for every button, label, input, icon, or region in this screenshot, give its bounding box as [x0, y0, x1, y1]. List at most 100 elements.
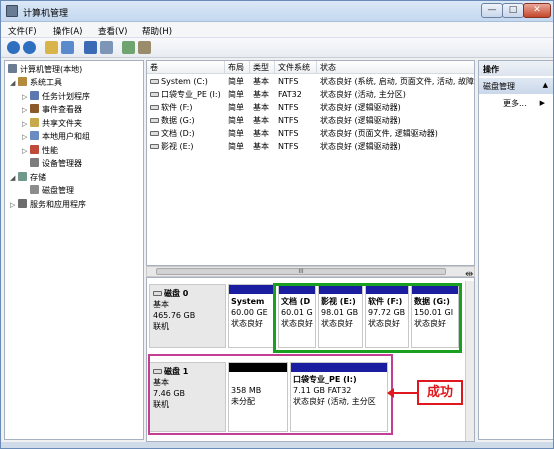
disk1-highlight	[148, 354, 393, 435]
volume-icon	[150, 105, 159, 110]
tree-item[interactable]: ▷ 本地用户和组	[22, 130, 90, 143]
success-callout: 成功	[417, 380, 463, 405]
minimize-button[interactable]: —	[481, 3, 503, 18]
menu-view[interactable]: 查看(V)	[98, 25, 127, 37]
volume-cell: 状态良好 (系统, 启动, 页面文件, 活动, 故障	[320, 75, 474, 88]
tree-item[interactable]: ◢ 存储	[10, 171, 46, 184]
column-volume[interactable]: 卷	[147, 61, 225, 74]
volume-cell-text: 软件 (F:)	[161, 103, 193, 112]
menu-file[interactable]: 文件(F)	[8, 25, 37, 37]
disk-icon	[153, 291, 162, 296]
scroll-thumb[interactable]: III	[156, 268, 446, 275]
disk0-name: 磁盘 0	[164, 289, 189, 298]
forward-icon[interactable]	[23, 41, 36, 54]
disk0-type: 基本	[153, 300, 169, 309]
volume-cell-text: 简单	[228, 142, 244, 151]
column-type[interactable]: 类型	[250, 61, 275, 74]
volume-cell: FAT32	[278, 88, 318, 101]
title-bar: 计算机管理 — □ ✕	[1, 1, 553, 22]
menu-action[interactable]: 操作(A)	[53, 25, 82, 37]
maximize-button[interactable]: □	[502, 3, 524, 18]
tree-item[interactable]: ▷ 性能	[22, 144, 58, 157]
computer-management-icon	[6, 5, 18, 17]
volume-row[interactable]: 软件 (F:) 简单 基本 NTFS 状态良好 (逻辑驱动器)	[147, 101, 474, 114]
export-list-icon[interactable]	[138, 41, 151, 54]
partition-size: 60.00 GE	[231, 308, 268, 317]
tree-item[interactable]: ▷ 任务计划程序	[22, 90, 90, 103]
volume-cell: 文档 (D:)	[150, 127, 228, 140]
horizontal-scrollbar[interactable]: III	[146, 266, 475, 277]
expand-arrow-icon[interactable]: ▷	[22, 145, 30, 158]
actions-section-disk-management[interactable]: 磁盘管理 ▲	[479, 78, 553, 94]
volume-cell: 状态良好 (逻辑驱动器)	[320, 101, 474, 114]
volume-cell-text: 状态良好 (逻辑驱动器)	[320, 142, 401, 151]
disk0-partition[interactable]: System 60.00 GE 状态良好	[228, 284, 276, 348]
tree-node-icon	[30, 90, 39, 100]
properties-icon[interactable]	[100, 41, 113, 54]
volume-cell: System (C:)	[150, 75, 228, 88]
tree-item[interactable]: ▷ 共享文件夹	[22, 117, 82, 130]
volume-cell-text: 文档 (D:)	[161, 129, 195, 138]
volume-cell-text: NTFS	[278, 77, 299, 86]
menu-bar: 文件(F) 操作(A) 查看(V) 帮助(H)	[1, 22, 553, 38]
expand-arrow-icon[interactable]: ▷	[22, 131, 30, 144]
tree-item[interactable]: ▷ 事件查看器	[22, 103, 82, 116]
volume-cell-text: 简单	[228, 129, 244, 138]
expand-arrow-icon[interactable]: ▷	[10, 199, 18, 212]
menu-help[interactable]: 帮助(H)	[142, 25, 172, 37]
collapse-up-icon[interactable]: ▲	[543, 81, 548, 89]
back-icon[interactable]	[7, 41, 20, 54]
volume-icon	[150, 118, 159, 123]
tree-item-label: 共享文件夹	[42, 118, 82, 128]
disk0-size: 465.76 GB	[153, 311, 196, 320]
volume-row[interactable]: 口袋专业_PE (I:) 简单 基本 FAT32 状态良好 (活动, 主分区)	[147, 88, 474, 101]
disk0-header[interactable]: 磁盘 0 基本 465.76 GB 联机	[149, 284, 226, 348]
volume-cell-text: 基本	[253, 90, 269, 99]
volume-list: 卷 布局 类型 文件系统 状态 System (C:) 简单 基本 NTFS 状态良好 …	[146, 60, 475, 266]
volume-cell-text: 状态良好 (逻辑驱动器)	[320, 103, 401, 112]
tree-item[interactable]: ▷ 服务和应用程序	[10, 198, 86, 211]
tree-item[interactable]: ◢ 系统工具	[10, 76, 62, 89]
help-icon[interactable]	[84, 41, 97, 54]
tree-item-label: 磁盘管理	[42, 186, 74, 195]
show-hide-tree-icon[interactable]	[61, 41, 74, 54]
window-title: 计算机管理	[23, 9, 69, 19]
expand-arrow-icon[interactable]: ▷	[22, 104, 30, 117]
column-status[interactable]: 状态	[317, 61, 474, 74]
vertical-scrollbar[interactable]	[465, 281, 474, 441]
volume-row[interactable]: 影视 (E:) 简单 基本 NTFS 状态良好 (逻辑驱动器)	[147, 140, 474, 153]
tree-item[interactable]: 磁盘管理	[22, 184, 74, 197]
volume-row[interactable]: 文档 (D:) 简单 基本 NTFS 状态良好 (页面文件, 逻辑驱动器)	[147, 127, 474, 140]
expand-arrow-icon[interactable]: ▷	[22, 118, 30, 131]
column-layout[interactable]: 布局	[225, 61, 250, 74]
partition-bar	[229, 285, 275, 294]
volume-row[interactable]: 数据 (G:) 简单 基本 NTFS 状态良好 (逻辑驱动器)	[147, 114, 474, 127]
volume-icon	[150, 92, 159, 97]
tree-root[interactable]: 计算机管理(本地)	[8, 63, 82, 76]
volume-cell-text: 状态良好 (逻辑驱动器)	[320, 116, 401, 125]
volume-cell-text: NTFS	[278, 129, 299, 138]
volume-cell: 状态良好 (页面文件, 逻辑驱动器)	[320, 127, 474, 140]
volume-cell: 状态良好 (逻辑驱动器)	[320, 114, 474, 127]
refresh-icon[interactable]	[122, 41, 135, 54]
actions-more[interactable]: 更多... ▶	[479, 96, 553, 110]
navigation-tree: 计算机管理(本地) ◢ 系统工具 ▷ 任务计划程序 ▷ 事件查看器 ▷ 共享文件夹 ▷ 本地用户和…	[4, 60, 144, 440]
volume-cell-text: 基本	[253, 129, 269, 138]
expand-arrow-icon[interactable]: ▷	[22, 91, 30, 104]
expand-arrow-icon[interactable]: ◢	[10, 77, 18, 90]
tree-item-label: 本地用户和组	[42, 132, 90, 141]
volume-row[interactable]: System (C:) 简单 基本 NTFS 状态良好 (系统, 启动, 页面文件, 活…	[147, 75, 474, 88]
up-folder-icon[interactable]	[45, 41, 58, 54]
tree-item[interactable]: 设备管理器	[22, 157, 82, 170]
status-bar	[1, 442, 553, 448]
column-filesystem[interactable]: 文件系统	[275, 61, 317, 74]
volume-cell-text: 状态良好 (活动, 主分区)	[320, 90, 406, 99]
tree-item-label: 系统工具	[30, 78, 62, 87]
partition-name: System	[231, 297, 265, 306]
close-button[interactable]: ✕	[523, 3, 551, 18]
volume-cell: NTFS	[278, 127, 318, 140]
volume-cell: NTFS	[278, 140, 318, 153]
volume-icon	[150, 131, 159, 136]
tree-node-icon	[30, 104, 39, 113]
expand-arrow-icon[interactable]: ◢	[10, 172, 18, 185]
